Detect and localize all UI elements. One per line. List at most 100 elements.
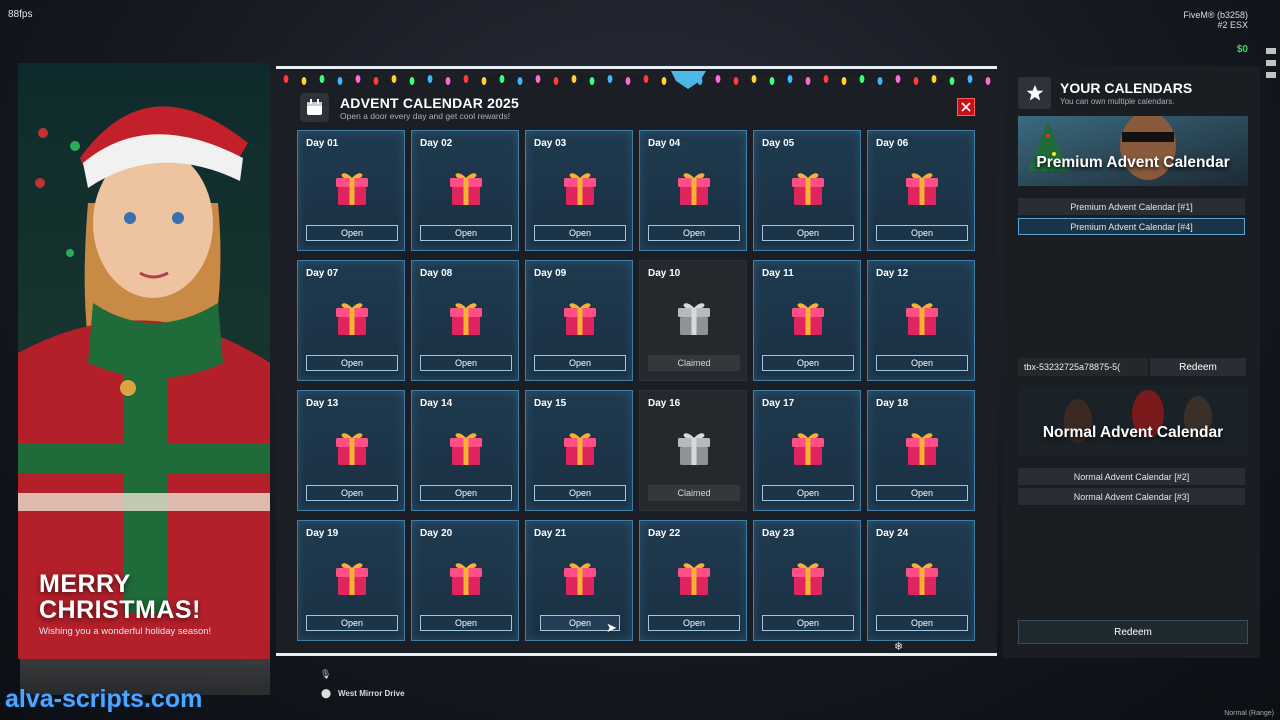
light-bulb <box>463 75 469 83</box>
gift-icon <box>446 297 486 337</box>
open-button[interactable]: Open <box>420 485 512 501</box>
open-button[interactable]: Open <box>306 225 398 241</box>
christmas-poster: MERRY CHRISTMAS! Wishing you a wonderful… <box>18 63 270 659</box>
close-button[interactable] <box>957 98 975 116</box>
day-cell[interactable]: Day 02 Open <box>411 130 519 251</box>
gift-icon <box>902 167 942 207</box>
premium-calendar-item-4[interactable]: Premium Advent Calendar [#4] <box>1018 218 1245 235</box>
day-cell[interactable]: Day 17 Open <box>753 390 861 511</box>
close-icon <box>961 102 971 112</box>
gift-icon <box>560 427 600 467</box>
day-cell[interactable]: Day 13 Open <box>297 390 405 511</box>
open-button[interactable]: Open <box>306 355 398 371</box>
light-bulb <box>337 77 343 85</box>
light-bulb <box>391 75 397 83</box>
normal-calendar-title: Normal Advent Calendar <box>1042 424 1224 441</box>
open-button[interactable]: Open <box>876 485 968 501</box>
mouse-cursor-icon: ➤ <box>606 620 617 635</box>
day-cell[interactable]: Day 19 Open <box>297 520 405 641</box>
open-button[interactable]: Open <box>876 615 968 631</box>
open-button[interactable]: Open <box>876 225 968 241</box>
day-cell[interactable]: Day 05 Open <box>753 130 861 251</box>
day-label: Day 04 <box>648 138 681 149</box>
day-label: Day 15 <box>534 398 567 409</box>
light-bulb <box>355 75 361 83</box>
day-cell[interactable]: Day 07 Open <box>297 260 405 381</box>
framework-label: ESX <box>1229 20 1248 30</box>
street-name: West Mirror Drive <box>338 689 405 698</box>
open-button[interactable]: Open <box>420 355 512 371</box>
day-cell[interactable]: Day 23 Open <box>753 520 861 641</box>
open-button[interactable]: Open <box>762 225 854 241</box>
normal-calendar-item-3[interactable]: Normal Advent Calendar [#3] <box>1018 488 1245 505</box>
gift-icon <box>332 427 372 467</box>
gift-icon <box>788 167 828 207</box>
open-button[interactable]: Open <box>648 225 740 241</box>
day-cell[interactable]: Day 24 Open <box>867 520 975 641</box>
light-bulb <box>571 75 577 83</box>
light-bulb <box>895 75 901 83</box>
open-button[interactable]: Open <box>648 615 740 631</box>
gift-icon <box>332 167 372 207</box>
calendar-subtitle: Open a door every day and get cool rewar… <box>340 111 511 121</box>
light-bulb <box>373 77 379 85</box>
day-cell[interactable]: Day 09 Open <box>525 260 633 381</box>
claimed-gift-icon <box>674 427 714 467</box>
day-cell[interactable]: Day 01 Open <box>297 130 405 251</box>
day-label: Day 12 <box>876 268 909 279</box>
calendar-icon <box>300 93 329 122</box>
gift-icon <box>674 557 714 597</box>
day-cell[interactable]: Day 14 Open <box>411 390 519 511</box>
day-label: Day 07 <box>306 268 339 279</box>
day-label: Day 13 <box>306 398 339 409</box>
day-cell[interactable]: Day 04 Open <box>639 130 747 251</box>
open-button[interactable]: Open <box>534 485 626 501</box>
money-display: $0 <box>1236 44 1248 55</box>
premium-calendar-title: Premium Advent Calendar <box>1036 154 1230 171</box>
day-label: Day 21 <box>534 528 567 539</box>
light-bulb <box>967 75 973 83</box>
day-label: Day 11 <box>762 268 794 279</box>
redeem-code-button[interactable]: Redeem <box>1150 358 1246 376</box>
christmas-lights-icon <box>276 70 997 89</box>
day-cell[interactable]: Day 22 Open <box>639 520 747 641</box>
open-button[interactable]: Open <box>534 355 626 371</box>
day-cell[interactable]: Day 12 Open <box>867 260 975 381</box>
normal-calendar-item-2[interactable]: Normal Advent Calendar [#2] <box>1018 468 1245 485</box>
open-button[interactable]: Open <box>420 615 512 631</box>
day-cell[interactable]: Day 18 Open <box>867 390 975 511</box>
sidebar-subtitle: You can own multiple calendars. <box>1060 97 1175 106</box>
day-label: Day 06 <box>876 138 909 149</box>
light-bulb <box>481 77 487 85</box>
day-cell[interactable]: Day 08 Open <box>411 260 519 381</box>
open-button[interactable]: Open <box>762 355 854 371</box>
open-button[interactable]: Open <box>534 225 626 241</box>
day-cell[interactable]: Day 15 Open <box>525 390 633 511</box>
poster-title: MERRY CHRISTMAS! <box>39 571 201 623</box>
day-cell: Day 10 Claimed <box>639 260 747 381</box>
open-button[interactable]: Open <box>876 355 968 371</box>
light-bulb <box>769 77 775 85</box>
gift-icon <box>560 167 600 207</box>
day-label: Day 03 <box>534 138 567 149</box>
redeem-button[interactable]: Redeem <box>1018 620 1248 644</box>
location-pin-icon: ⬤ <box>321 688 332 698</box>
gift-icon <box>902 297 942 337</box>
light-bulb <box>859 75 865 83</box>
light-bulb <box>751 75 757 83</box>
day-label: Day 10 <box>648 268 681 279</box>
light-bulb <box>805 77 811 85</box>
open-button[interactable]: Open <box>420 225 512 241</box>
open-button[interactable]: Open <box>306 485 398 501</box>
premium-calendar-item-1[interactable]: Premium Advent Calendar [#1] <box>1018 198 1245 215</box>
day-label: Day 09 <box>534 268 567 279</box>
day-cell[interactable]: Day 20 Open <box>411 520 519 641</box>
redeem-code-input[interactable] <box>1018 358 1148 376</box>
day-cell[interactable]: Day 03 Open <box>525 130 633 251</box>
gift-icon <box>446 557 486 597</box>
open-button[interactable]: Open <box>306 615 398 631</box>
open-button[interactable]: Open <box>762 485 854 501</box>
open-button[interactable]: Open <box>762 615 854 631</box>
day-cell[interactable]: Day 11 Open <box>753 260 861 381</box>
day-cell[interactable]: Day 06 Open <box>867 130 975 251</box>
